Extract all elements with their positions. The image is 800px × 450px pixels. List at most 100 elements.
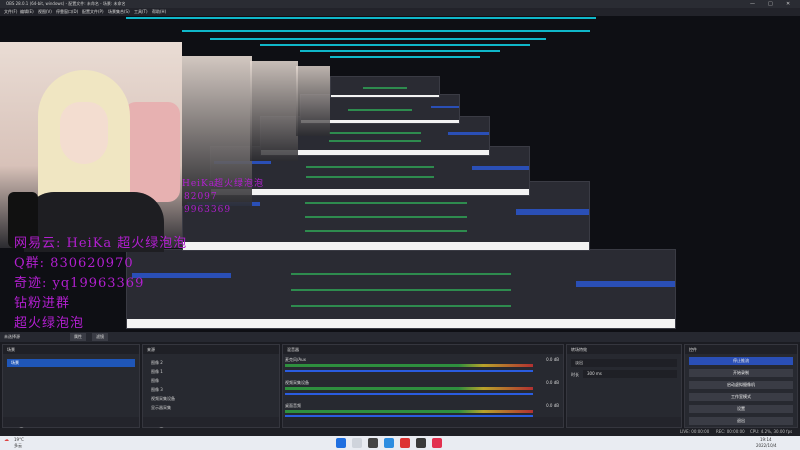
source-toolbar: 未选择源 属性 滤镜: [0, 332, 800, 342]
source-item[interactable]: 图像 2: [147, 359, 275, 367]
scenes-footer: + 🗑 ∧ ∨: [3, 417, 139, 434]
start-icon[interactable]: [336, 438, 346, 448]
mirrored-camera-frame: [250, 61, 298, 161]
window-title: OBS 28.0.1 (64-bit, windows) - 配置文件: 未命名…: [6, 1, 126, 6]
mixer-channel-name: 视频采集设备: [285, 380, 309, 385]
volume-slider[interactable]: [285, 393, 533, 395]
title-bar: OBS 28.0.1 (64-bit, windows) - 配置文件: 未命名…: [0, 0, 800, 8]
menu-help[interactable]: 帮助(H): [152, 8, 166, 16]
windows-taskbar: ☁ 19°C 多云 19:14 2022/10/4: [0, 436, 800, 450]
search-icon[interactable]: [352, 438, 362, 448]
exit-button[interactable]: 退出: [689, 417, 793, 425]
sources-title: 来源: [143, 345, 279, 354]
scenes-title: 场景: [3, 345, 139, 354]
recursive-edge-line: [126, 17, 596, 19]
edge-icon[interactable]: [384, 438, 394, 448]
app-icon[interactable]: [400, 438, 410, 448]
recursive-edge-line: [300, 50, 500, 52]
mixer-channel-db: 0.0 dB: [546, 403, 559, 408]
task-view-icon[interactable]: [368, 438, 378, 448]
menu-bar: 文件(F) 编辑(E) 视图(V) 停靠窗口(D) 配置文件(P) 场景集合(S…: [0, 8, 800, 16]
mixer-channel-name: 桌面音频: [285, 403, 301, 408]
recursive-edge-line: [210, 38, 546, 40]
transitions-footer: + ⋮: [567, 417, 681, 434]
person-face: [60, 102, 108, 164]
mixer-channel-db: 0.0 dB: [546, 380, 559, 385]
scenes-panel: 场景 场景 + 🗑 ∧ ∨: [2, 344, 140, 434]
duration-label: 时长: [571, 372, 579, 377]
overlay-ghost-text: 82097: [184, 192, 218, 202]
transitions-panel: 转场特效 淡出 时长 300 ms + ⋮: [566, 344, 682, 434]
source-item[interactable]: 显示器采集: [147, 404, 275, 412]
duration-input[interactable]: 300 ms: [583, 370, 677, 378]
overlay-text-line: 钻粉进群: [14, 296, 71, 311]
transitions-title: 转场特效: [567, 345, 681, 354]
menu-edit[interactable]: 编辑(E): [20, 8, 34, 16]
mixer-footer: ⚙ ⋮: [283, 417, 563, 434]
menu-docks[interactable]: 停靠窗口(D): [56, 8, 78, 16]
recursive-preview-frame: [330, 76, 440, 98]
cpu-status: CPU: 4.2%, 30.00 fps: [750, 429, 793, 434]
webcam-source: [0, 42, 182, 252]
minimize-button[interactable]: —: [750, 0, 755, 8]
overlay-text-line: Q群: 830620970: [14, 256, 134, 271]
volume-meter: [285, 410, 533, 413]
mirrored-camera-frame: [296, 66, 330, 136]
clock-date[interactable]: 2022/10/4: [756, 443, 777, 448]
filters-button[interactable]: 滤镜: [92, 333, 108, 341]
weather-icon: ☁: [4, 437, 9, 443]
obs-icon[interactable]: [416, 438, 426, 448]
live-status: LIVE: 00:00:00: [680, 429, 710, 434]
properties-button[interactable]: 属性: [70, 333, 86, 341]
menu-file[interactable]: 文件(F): [4, 8, 17, 16]
mixer-channel-db: 0.0 dB: [546, 357, 559, 362]
dock-panels: 场景 场景 + 🗑 ∧ ∨ 来源 图像 2 图像 1 图像 图像 3 视频采集设…: [0, 344, 800, 434]
overlay-text-line: 超火绿泡泡: [14, 316, 85, 331]
stop-streaming-button[interactable]: 停止推流: [689, 357, 793, 365]
weather-temp: 19°C: [14, 437, 24, 442]
menu-scene-collection[interactable]: 场景集合(S): [108, 8, 130, 16]
menu-tools[interactable]: 工具(T): [134, 8, 148, 16]
audio-mixer-panel: 混音器 麦克风/Aux 0.0 dB 视频采集设备 0.0 dB 桌面音频 0.…: [282, 344, 564, 434]
source-item[interactable]: 图像 3: [147, 386, 275, 394]
sources-panel: 来源 图像 2 图像 1 图像 图像 3 视频采集设备 显示器采集 + 🗑 ⚙ …: [142, 344, 280, 434]
source-item[interactable]: 图像: [147, 377, 275, 385]
recursive-edge-line: [330, 56, 480, 58]
maximize-button[interactable]: □: [768, 0, 773, 8]
overlay-text-line: 奇迹: yq19963369: [14, 276, 145, 291]
start-recording-button[interactable]: 开始录制: [689, 369, 793, 377]
overlay-ghost-text: 9963369: [184, 205, 232, 215]
mixer-channel-name: 麦克风/Aux: [285, 357, 306, 362]
clock-time[interactable]: 19:14: [760, 437, 772, 442]
recursive-edge-line: [182, 30, 590, 32]
source-item[interactable]: 视频采集设备: [147, 395, 275, 403]
sources-footer: + 🗑 ⚙ ∧ ∨: [143, 417, 279, 434]
studio-mode-button[interactable]: 工作室模式: [689, 393, 793, 401]
preview-canvas[interactable]: 网易云: HeiKa 超火绿泡泡 Q群: 830620970 奇迹: yq199…: [0, 16, 800, 332]
recursive-edge-line: [260, 44, 530, 46]
menu-view[interactable]: 视图(V): [38, 8, 52, 16]
pink-chair: [124, 102, 180, 202]
overlay-text-line: 网易云: HeiKa 超火绿泡泡: [14, 236, 188, 251]
menu-profile[interactable]: 配置文件(P): [82, 8, 104, 16]
volume-slider[interactable]: [285, 370, 533, 372]
volume-meter: [285, 387, 533, 390]
start-virtual-camera-button[interactable]: 启动虚拟摄像机: [689, 381, 793, 389]
mixer-title: 混音器: [283, 345, 563, 354]
transition-type-select[interactable]: 淡出: [571, 359, 677, 367]
recursive-preview-frame: [126, 249, 676, 329]
status-bar: LIVE: 00:00:00 REC: 00:00:00 CPU: 4.2%, …: [0, 428, 800, 436]
overlay-ghost-text: HeiKa: [182, 179, 216, 189]
no-source-label: 未选择源: [4, 334, 20, 339]
controls-title: 控件: [685, 345, 797, 354]
source-item[interactable]: 图像 1: [147, 368, 275, 376]
close-button[interactable]: ✕: [786, 0, 790, 8]
app-icon[interactable]: [432, 438, 442, 448]
settings-button[interactable]: 设置: [689, 405, 793, 413]
rec-status: REC: 00:00:00: [716, 429, 745, 434]
weather-desc: 多云: [14, 443, 22, 448]
scene-item[interactable]: 场景: [7, 359, 135, 367]
volume-meter: [285, 364, 533, 367]
overlay-ghost-text: 超火绿泡泡: [214, 179, 265, 189]
controls-panel: 控件 停止推流 开始录制 启动虚拟摄像机 工作室模式 设置 退出: [684, 344, 798, 428]
